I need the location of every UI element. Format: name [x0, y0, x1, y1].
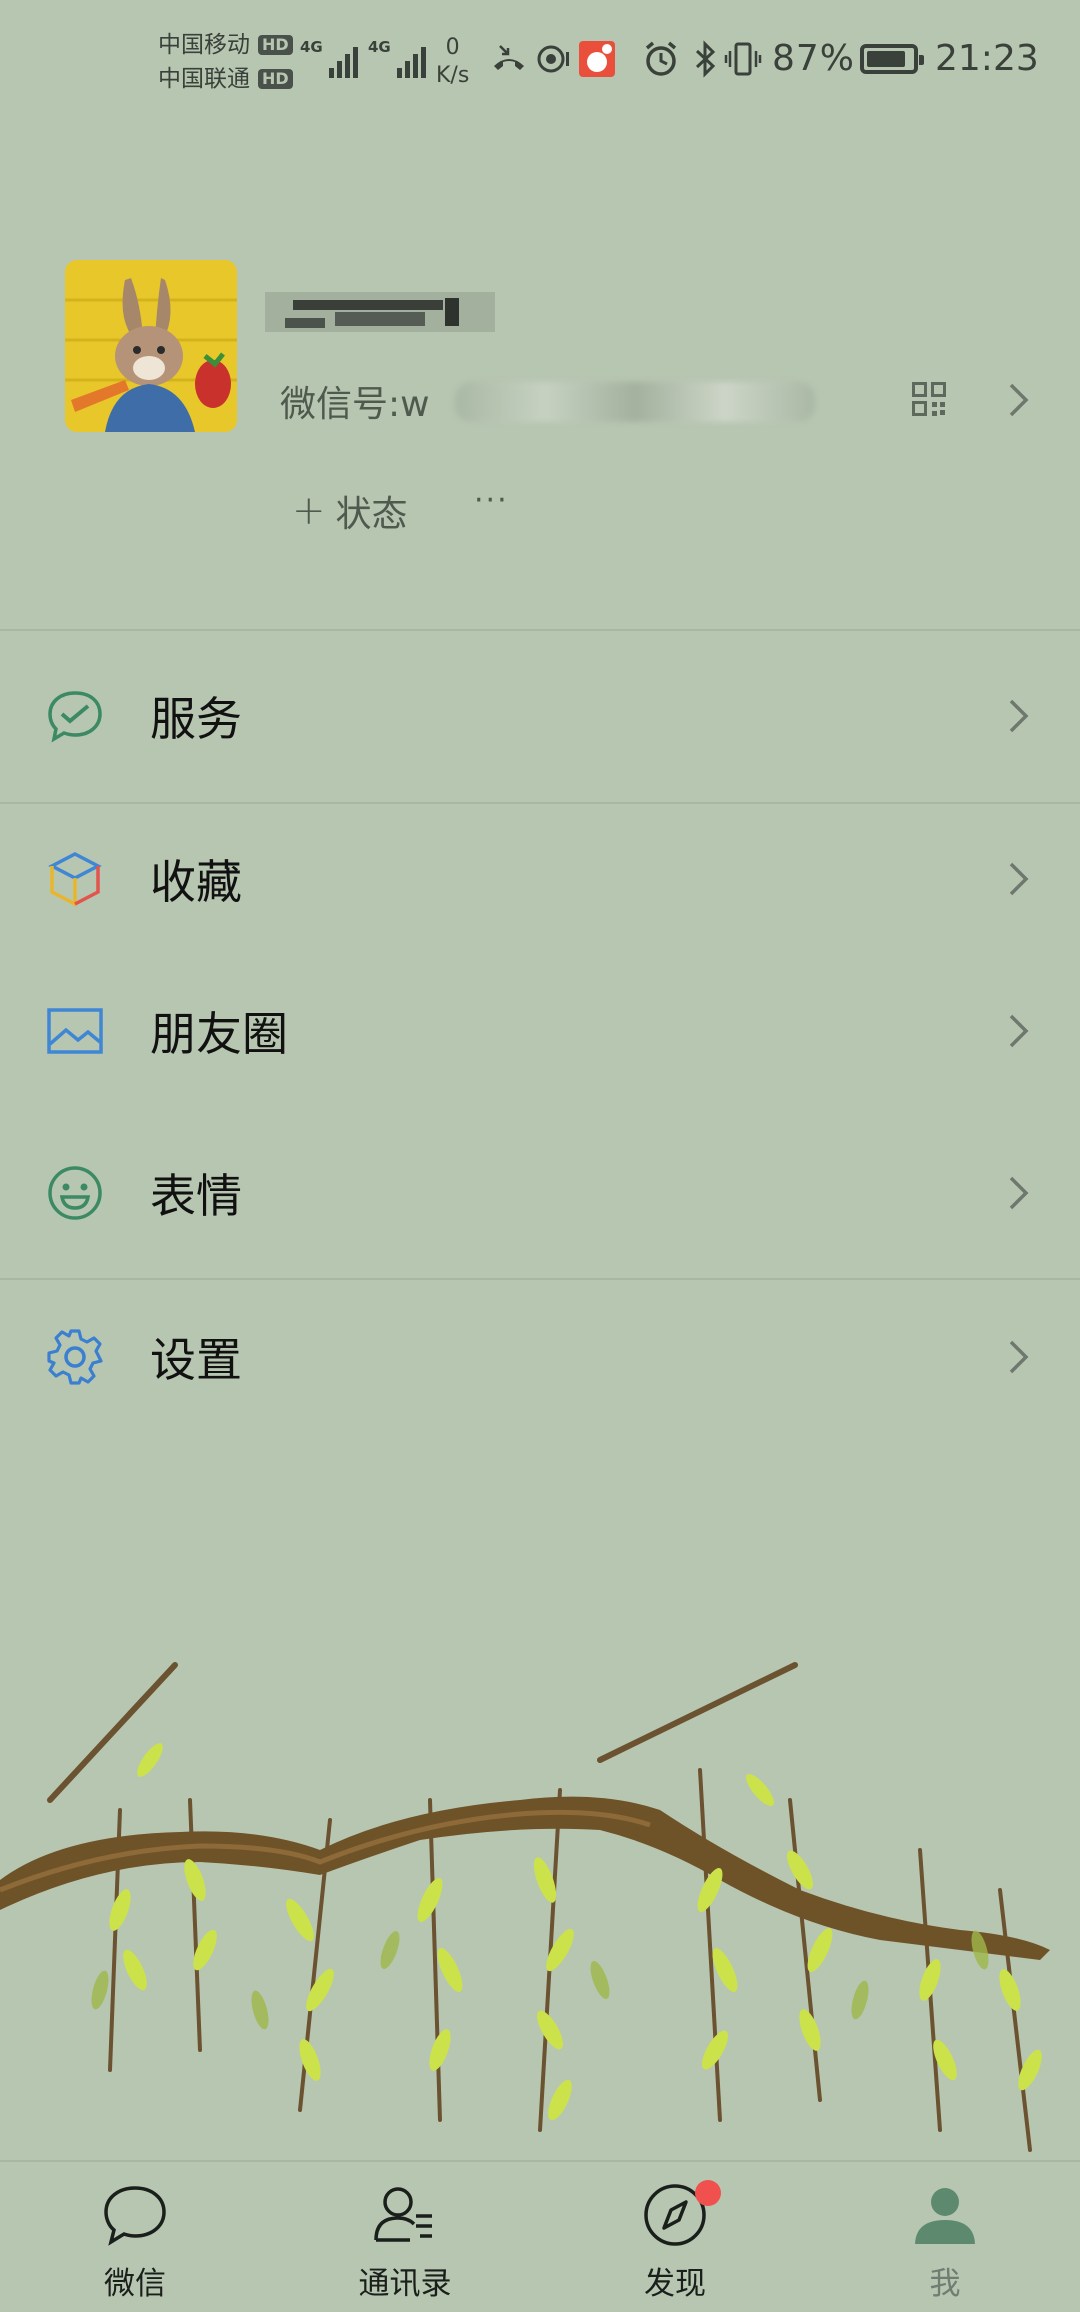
- status-bar: 中国移动 HD 中国联通 HD 4G 4G 0 K/s 87% 21:23: [0, 0, 1080, 120]
- signal-icon: 4G: [368, 38, 426, 78]
- bluetooth-icon: [695, 40, 716, 78]
- missed-call-icon: [494, 45, 524, 70]
- menu-label-service: 服务: [150, 692, 242, 746]
- chevron-right-icon: [1009, 1176, 1029, 1210]
- menu-label-stickers: 表情: [150, 1169, 242, 1223]
- notification-dot: [695, 2180, 721, 2206]
- carrier-info: 中国移动 HD 中国联通 HD: [158, 28, 293, 96]
- plus-icon: +: [292, 488, 326, 534]
- chevron-right-icon: [1009, 862, 1029, 896]
- profile-header[interactable]: 微信号:w + 状态 ···: [0, 240, 1080, 630]
- service-icon: [48, 691, 102, 743]
- carrier-2: 中国联通: [158, 66, 250, 92]
- more-icon[interactable]: ···: [474, 483, 509, 518]
- tab-chats[interactable]: 微信: [0, 2162, 270, 2312]
- tab-contacts[interactable]: 通讯录: [270, 2162, 540, 2312]
- menu-label-settings: 设置: [150, 1333, 242, 1387]
- add-status-button[interactable]: + 状态: [292, 485, 408, 537]
- chat-icon: [104, 2186, 166, 2246]
- carrier-1: 中国移动: [158, 32, 250, 58]
- wechat-id: 微信号:w: [280, 384, 430, 425]
- clock: 21:23: [935, 38, 1039, 79]
- chevron-right-icon: [1009, 1014, 1029, 1048]
- willow-branch-illustration: [0, 1662, 1050, 2152]
- network-speed: 0 K/s: [436, 35, 470, 88]
- qr-code-icon[interactable]: [912, 382, 946, 416]
- app-notification-icon: [579, 41, 615, 77]
- favorites-icon: [48, 852, 102, 907]
- alarm-icon: [645, 41, 677, 76]
- contacts-icon: [374, 2187, 432, 2242]
- battery-icon: [860, 44, 924, 74]
- hd-badge: HD: [258, 69, 293, 89]
- sticker-icon: [48, 1166, 102, 1220]
- chevron-right-icon: [1009, 1340, 1029, 1374]
- menu-item-stickers[interactable]: 表情: [0, 1107, 1080, 1279]
- tab-me[interactable]: 我: [810, 2162, 1080, 2312]
- chevron-right-icon: [1009, 699, 1029, 733]
- vibrate-icon: [724, 42, 762, 76]
- menu-label-favorites: 收藏: [150, 855, 242, 909]
- bottom-tab-bar: 微信 通讯录 发现 我: [0, 2160, 1080, 2312]
- menu-item-favorites[interactable]: 收藏: [0, 803, 1080, 955]
- moments-icon: [47, 1008, 103, 1054]
- menu-label-moments: 朋友圈: [150, 1007, 288, 1061]
- wechat-id-blurred: [455, 382, 815, 422]
- menu-item-service[interactable]: 服务: [0, 630, 1080, 802]
- nickname-blurred: [265, 292, 495, 332]
- tab-discover[interactable]: 发现: [540, 2162, 810, 2312]
- me-icon: [915, 2188, 975, 2244]
- menu-item-moments[interactable]: 朋友圈: [0, 955, 1080, 1107]
- battery-percent: 87%: [772, 38, 856, 79]
- signal-icon: 4G: [300, 38, 358, 78]
- avatar[interactable]: [65, 260, 237, 432]
- menu-item-settings[interactable]: 设置: [0, 1279, 1080, 1435]
- nfc-icon: [537, 45, 569, 73]
- hd-badge: HD: [258, 35, 293, 55]
- chevron-right-icon: [1009, 383, 1029, 417]
- settings-icon: [47, 1329, 103, 1385]
